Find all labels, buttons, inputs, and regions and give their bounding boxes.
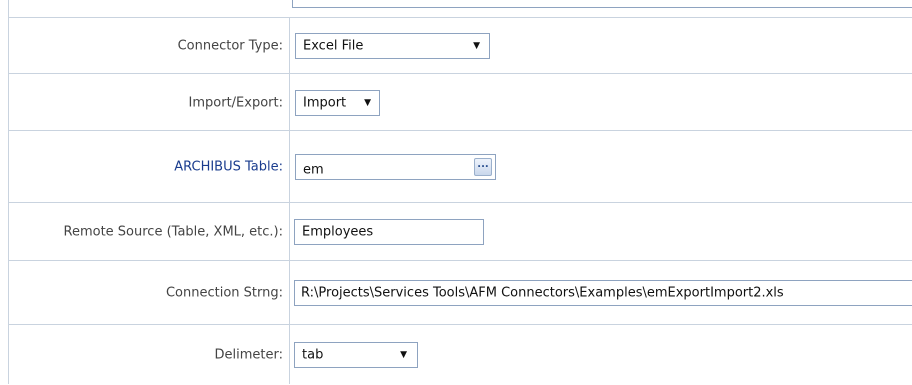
row-connector-type: Connector Type: Excel File ▼ <box>9 17 912 74</box>
connector-properties-form: Connector Type: Excel File ▼ Import/Expo… <box>8 0 912 384</box>
connector-type-value: Excel File <box>303 38 364 54</box>
connection-string-label: Connection Strng: <box>165 285 283 301</box>
import-export-label: Import/Export: <box>188 95 283 110</box>
import-export-select[interactable]: Import ▼ <box>295 89 380 116</box>
remote-source-value: Employees <box>302 224 374 240</box>
connector-type-select[interactable]: Excel File ▼ <box>295 33 490 59</box>
row-delimeter: Delimeter: tab ▼ <box>9 324 912 384</box>
delimeter-select[interactable]: tab ▼ <box>294 341 418 368</box>
browse-button[interactable]: ... <box>474 158 492 176</box>
row-connection-string: Connection Strng: R:\Projects\Services T… <box>9 260 912 325</box>
chevron-down-icon: ▼ <box>364 97 371 108</box>
connector-type-label: Connector Type: <box>177 38 283 54</box>
row-archibus-table: ARCHIBUS Table: em ... <box>9 130 912 203</box>
remote-source-input[interactable]: Employees <box>294 219 484 245</box>
remote-source-label: Remote Source (Table, XML, etc.): <box>63 224 283 240</box>
chevron-down-icon: ▼ <box>473 41 480 51</box>
row-import-export: Import/Export: Import ▼ <box>9 73 912 131</box>
archibus-table-label[interactable]: ARCHIBUS Table: <box>174 160 283 175</box>
row-remote-source: Remote Source (Table, XML, etc.): Employ… <box>9 202 912 261</box>
archibus-table-input[interactable]: em ... <box>295 154 496 180</box>
delimeter-value: tab <box>302 347 324 362</box>
connection-string-value: R:\Projects\Services Tools\AFM Connector… <box>301 285 784 301</box>
chevron-down-icon: ▼ <box>400 349 407 360</box>
connection-string-input[interactable]: R:\Projects\Services Tools\AFM Connector… <box>294 280 912 306</box>
import-export-value: Import <box>303 95 347 110</box>
archibus-table-value: em <box>303 162 324 178</box>
delimeter-label: Delimeter: <box>214 347 284 362</box>
